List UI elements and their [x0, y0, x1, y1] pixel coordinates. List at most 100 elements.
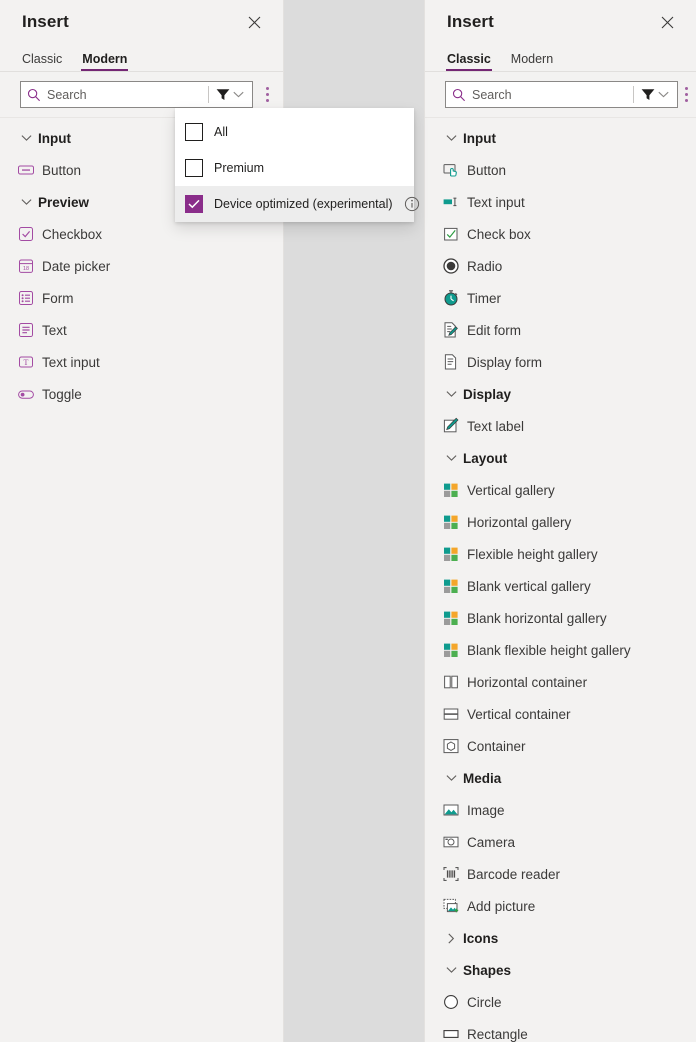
item-label: Date picker	[42, 259, 110, 274]
classic-item-rectangle[interactable]: Rectangle	[425, 1018, 696, 1042]
filter-button[interactable]	[209, 82, 252, 107]
filter-option-premium[interactable]: Premium	[175, 150, 414, 186]
circle-icon	[439, 992, 463, 1012]
filter-option-all[interactable]: All	[175, 114, 414, 150]
classic-group-media[interactable]: Media	[425, 762, 696, 794]
modern-checkbox-icon	[14, 224, 38, 244]
classic-item-circle[interactable]: Circle	[425, 986, 696, 1018]
chevron-down-icon	[439, 134, 463, 142]
classic-item-button[interactable]: Button	[425, 154, 696, 186]
item-label: Display form	[467, 355, 542, 370]
close-icon[interactable]	[239, 7, 269, 37]
checkbox-checked-icon[interactable]	[185, 195, 203, 213]
classic-item-vertical-container[interactable]: Vertical container	[425, 698, 696, 730]
classic-editform-icon	[439, 320, 463, 340]
left-panel-header: Insert	[0, 0, 283, 44]
gallery-icon	[439, 608, 463, 628]
classic-item-add-picture[interactable]: Add picture	[425, 890, 696, 922]
classic-item-radio[interactable]: Radio	[425, 250, 696, 282]
page-title: Insert	[22, 12, 239, 32]
insert-panel-classic: Insert Classic Modern	[424, 0, 696, 1042]
chevron-down-icon	[439, 774, 463, 782]
group-label: Display	[463, 387, 511, 402]
classic-item-flexible-height-gallery[interactable]: Flexible height gallery	[425, 538, 696, 570]
item-label: Text input	[42, 355, 100, 370]
modern-item-toggle[interactable]: Toggle	[0, 378, 283, 410]
group-label: Input	[463, 131, 496, 146]
classic-item-blank-flexible-height-gallery[interactable]: Blank flexible height gallery	[425, 634, 696, 666]
filter-icon	[216, 88, 230, 101]
classic-item-text-label[interactable]: Text label	[425, 410, 696, 442]
modern-item-checkbox[interactable]: Checkbox	[0, 218, 283, 250]
gallery-icon	[439, 576, 463, 596]
item-label: Flexible height gallery	[467, 547, 598, 562]
gallery-icon	[439, 640, 463, 660]
item-label: Rectangle	[467, 1027, 528, 1042]
classic-item-barcode-reader[interactable]: Barcode reader	[425, 858, 696, 890]
chevron-down-icon	[658, 91, 669, 98]
modern-item-date-picker[interactable]: 18Date picker	[0, 250, 283, 282]
modern-item-text-input[interactable]: T Text input	[0, 346, 283, 378]
classic-item-text-input[interactable]: Text input	[425, 186, 696, 218]
classic-item-camera[interactable]: Camera	[425, 826, 696, 858]
info-icon[interactable]	[404, 196, 420, 212]
tab-classic[interactable]: Classic	[447, 52, 491, 71]
classic-item-display-form[interactable]: Display form	[425, 346, 696, 378]
modern-item-form[interactable]: Form	[0, 282, 283, 314]
modern-item-text[interactable]: Text	[0, 314, 283, 346]
tab-modern[interactable]: Modern	[511, 52, 553, 71]
left-panel-tabs: Classic Modern	[0, 44, 283, 72]
classic-group-layout[interactable]: Layout	[425, 442, 696, 474]
classic-item-vertical-gallery[interactable]: Vertical gallery	[425, 474, 696, 506]
classic-item-container[interactable]: Container	[425, 730, 696, 762]
page-title: Insert	[447, 12, 652, 32]
filter-option-device-optimized[interactable]: Device optimized (experimental)	[175, 186, 414, 222]
classic-item-image[interactable]: Image	[425, 794, 696, 826]
item-label: Horizontal gallery	[467, 515, 571, 530]
group-label: Input	[38, 131, 71, 146]
item-label: Circle	[467, 995, 502, 1010]
group-label: Shapes	[463, 963, 511, 978]
classic-item-edit-form[interactable]: Edit form	[425, 314, 696, 346]
overflow-menu-button[interactable]	[259, 82, 275, 108]
container-icon	[439, 736, 463, 756]
classic-item-timer[interactable]: Timer	[425, 282, 696, 314]
search-input[interactable]	[47, 82, 208, 107]
item-label: Button	[467, 163, 506, 178]
group-label: Icons	[463, 931, 498, 946]
item-label: Vertical gallery	[467, 483, 555, 498]
checkbox-unchecked-icon[interactable]	[185, 159, 203, 177]
item-label: Vertical container	[467, 707, 571, 722]
item-label: Image	[467, 803, 505, 818]
search-box[interactable]	[20, 81, 253, 108]
classic-item-blank-vertical-gallery[interactable]: Blank vertical gallery	[425, 570, 696, 602]
filter-option-label: All	[214, 125, 404, 139]
checkbox-unchecked-icon[interactable]	[185, 123, 203, 141]
group-label: Preview	[38, 195, 89, 210]
svg-text:T: T	[24, 358, 29, 367]
classic-timer-icon	[439, 288, 463, 308]
classic-item-horizontal-container[interactable]: Horizontal container	[425, 666, 696, 698]
classic-checkbox-icon	[439, 224, 463, 244]
classic-textlabel-icon	[439, 416, 463, 436]
overflow-menu-button[interactable]	[684, 82, 688, 108]
filter-button[interactable]	[634, 82, 677, 107]
tab-modern[interactable]: Modern	[82, 52, 127, 71]
item-label: Form	[42, 291, 74, 306]
classic-group-shapes[interactable]: Shapes	[425, 954, 696, 986]
modern-textinput-icon: T	[14, 352, 38, 372]
search-box[interactable]	[445, 81, 678, 108]
classic-item-blank-horizontal-gallery[interactable]: Blank horizontal gallery	[425, 602, 696, 634]
classic-item-check-box[interactable]: Check box	[425, 218, 696, 250]
classic-group-input[interactable]: Input	[425, 122, 696, 154]
close-icon[interactable]	[652, 7, 682, 37]
tab-classic[interactable]: Classic	[22, 52, 62, 71]
filter-icon	[641, 88, 655, 101]
classic-group-display[interactable]: Display	[425, 378, 696, 410]
search-input[interactable]	[472, 82, 633, 107]
gallery-icon	[439, 544, 463, 564]
screen-root: Insert Classic Modern	[0, 0, 696, 1042]
classic-item-horizontal-gallery[interactable]: Horizontal gallery	[425, 506, 696, 538]
classic-group-icons[interactable]: Icons	[425, 922, 696, 954]
camera-icon	[439, 832, 463, 852]
